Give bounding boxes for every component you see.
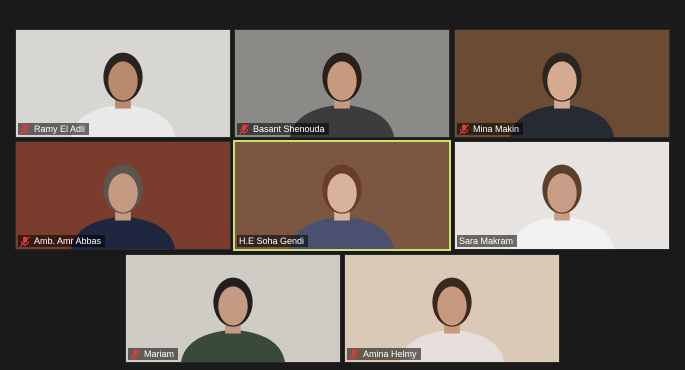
muted-mic-icon	[20, 235, 30, 247]
muted-mic-icon	[459, 123, 469, 135]
participant-tile[interactable]: Amb. Amr Abbas	[15, 141, 231, 250]
participant-tile[interactable]: Mariam	[125, 254, 341, 363]
participant-tile[interactable]: Basant Shenouda	[234, 29, 450, 138]
participant-tile[interactable]: Sara Makram	[454, 141, 670, 250]
participant-nameplate: Sara Makram	[457, 235, 518, 247]
participant-name: Mina Makin	[473, 124, 520, 134]
participant-tile[interactable]: Ramy El Adli	[15, 29, 231, 138]
participant-video	[509, 164, 615, 249]
muted-mic-icon	[239, 123, 249, 135]
participant-video	[399, 277, 505, 362]
participant-nameplate: Basant Shenouda	[237, 123, 329, 135]
muted-mic-icon	[349, 348, 359, 360]
participant-video	[289, 164, 395, 249]
participant-tile[interactable]: Mina Makin	[454, 29, 670, 138]
participant-nameplate: Mina Makin	[457, 123, 524, 135]
participant-tile[interactable]: Amina Helmy	[344, 254, 560, 363]
participant-name: Sara Makram	[459, 236, 514, 246]
participant-nameplate: H.E Soha Gendi	[237, 235, 309, 247]
participant-video	[70, 52, 176, 137]
participant-video	[70, 164, 176, 249]
muted-mic-icon	[20, 123, 30, 135]
participant-video	[509, 52, 615, 137]
participant-name: H.E Soha Gendi	[239, 236, 305, 246]
participant-nameplate: Ramy El Adli	[18, 123, 90, 135]
participant-tile-active-speaker[interactable]: H.E Soha Gendi	[233, 140, 451, 251]
participant-video	[180, 277, 286, 362]
muted-mic-icon	[130, 348, 140, 360]
participant-nameplate: Amina Helmy	[347, 348, 421, 360]
participant-name: Mariam	[144, 349, 175, 359]
participant-nameplate: Mariam	[128, 348, 179, 360]
participant-name: Ramy El Adli	[34, 124, 86, 134]
participant-name: Amina Helmy	[363, 349, 417, 359]
participant-name: Basant Shenouda	[253, 124, 325, 134]
participant-nameplate: Amb. Amr Abbas	[18, 235, 106, 247]
participant-video	[289, 52, 395, 137]
participant-name: Amb. Amr Abbas	[34, 236, 102, 246]
